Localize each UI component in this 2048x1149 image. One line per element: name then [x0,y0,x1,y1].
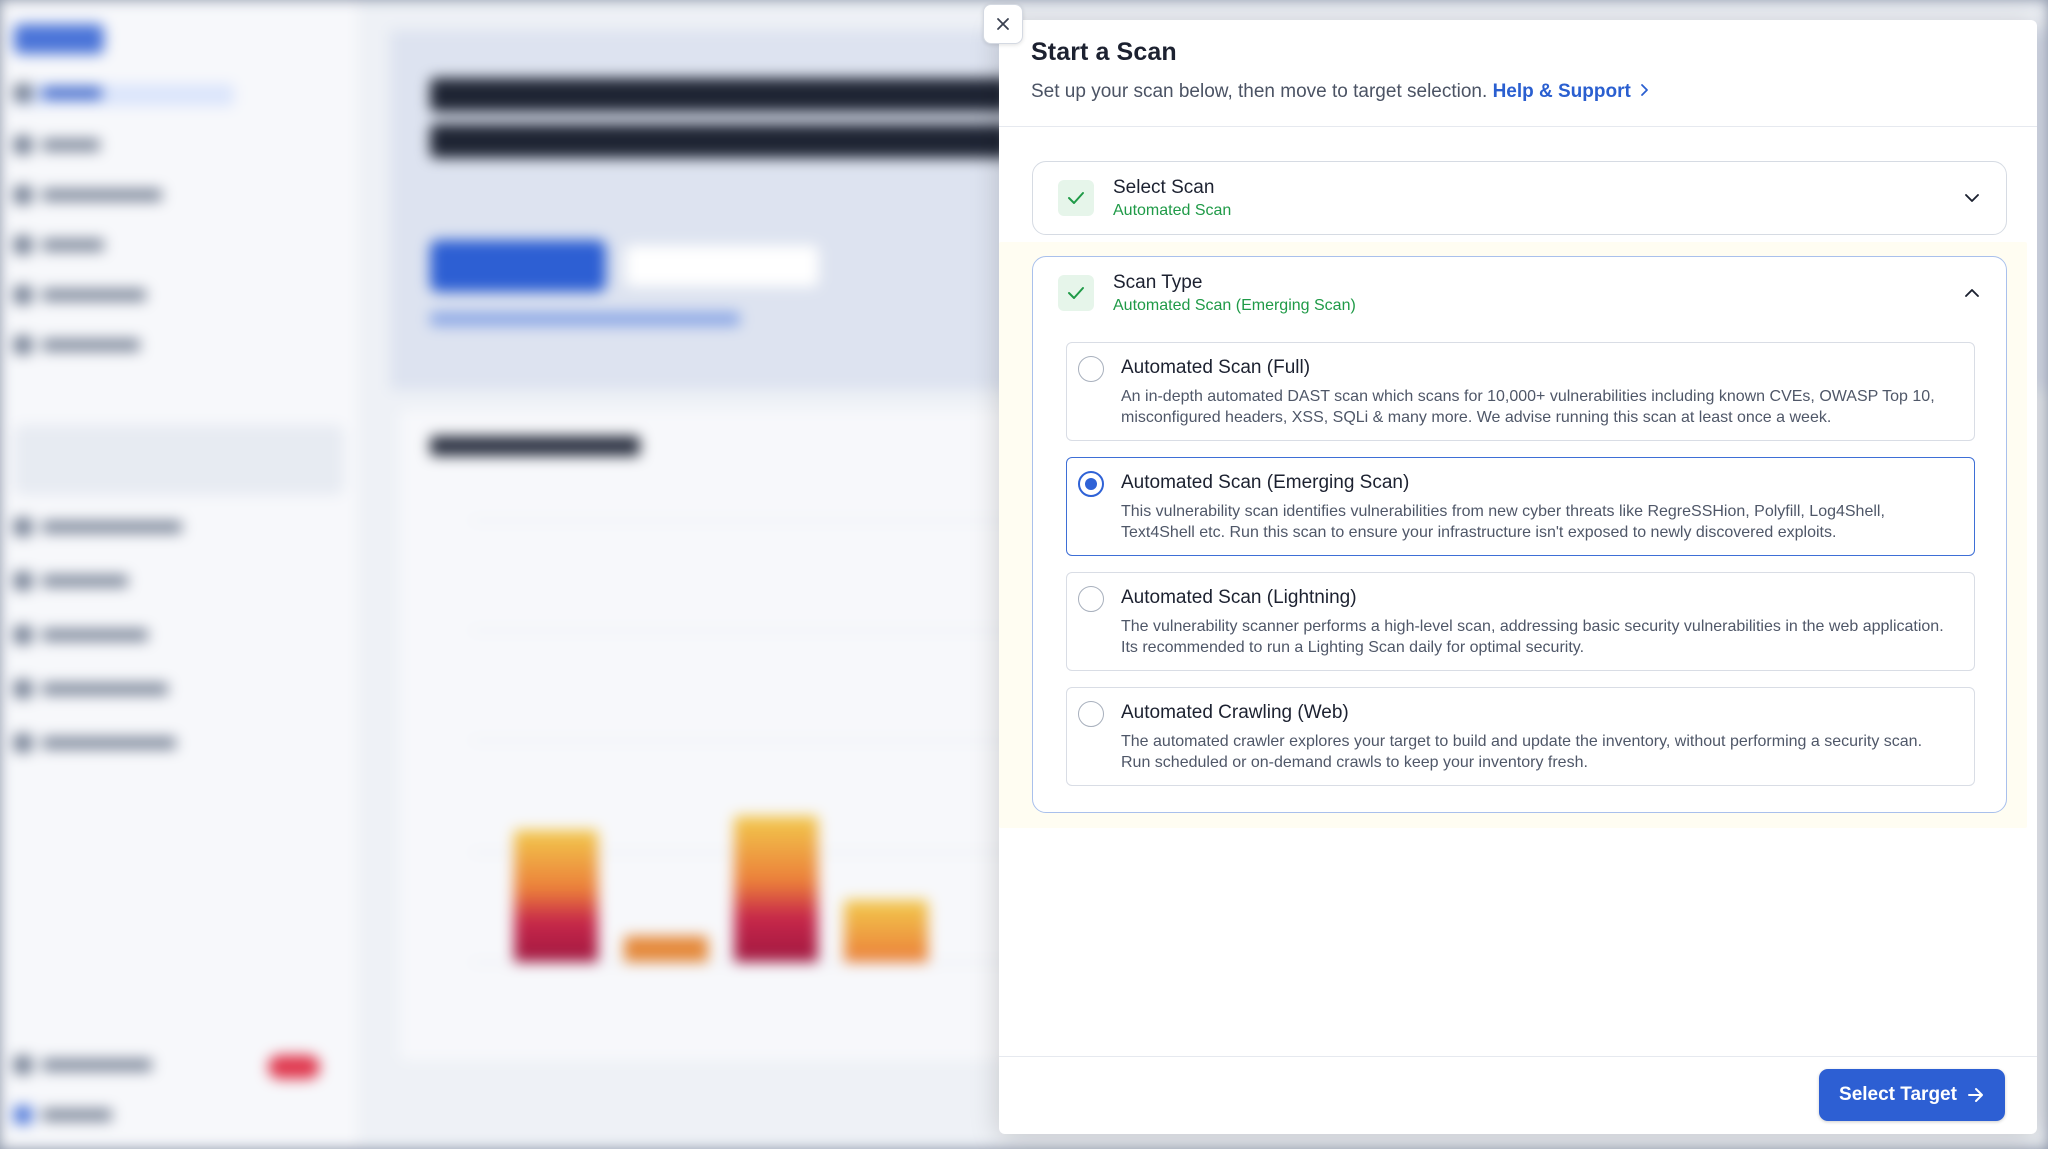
background-link [430,312,740,326]
scan-option-title: Automated Scan (Full) [1121,357,1311,378]
background-nav-item [14,84,234,106]
step-scan-type-header[interactable]: Scan Type Automated Scan (Emerging Scan) [1033,257,2006,329]
background-nav-item [14,680,234,702]
scan-option-crawling[interactable]: Automated Crawling (Web) The automated c… [1066,687,1975,786]
select-target-button-label: Select Target [1839,1084,1957,1105]
background-gridline [470,962,1030,963]
background-nav-item [14,236,234,258]
background-heading [430,124,1010,158]
step-select-scan-header[interactable]: Select Scan Automated Scan [1033,162,2006,234]
check-icon [1058,275,1094,311]
arrow-right-icon [1967,1088,1983,1102]
background-nav-item [14,626,234,648]
scan-option-description: This vulnerability scan identifies vulne… [1121,503,1885,541]
background-bar [734,816,818,962]
select-target-button[interactable]: Select Target [1819,1069,2005,1121]
background-nav-item [14,734,234,756]
background-nav-item [14,572,234,594]
start-scan-modal: Start a Scan Set up your scan below, the… [983,4,2037,1134]
background-bar [624,936,708,962]
background-nav-item [14,1106,234,1128]
step-title: Select Scan [1113,176,1215,198]
background-sidebar [0,0,360,1149]
step-value: Automated Scan (Emerging Scan) [1113,296,1356,314]
background-card [14,425,344,495]
background-button [624,244,820,288]
background-nav-item [14,1056,234,1078]
scan-option-title: Automated Scan (Lightning) [1121,587,1357,608]
chevron-up-icon [1960,281,1984,305]
background-gridline [470,740,1030,741]
background-bar [514,830,598,962]
modal-title: Start a Scan [1031,38,1177,66]
scan-option-description: An in-depth automated DAST scan which sc… [1121,388,1935,426]
background-chart-title [430,436,640,456]
scan-option-title: Automated Crawling (Web) [1121,702,1349,723]
modal-subtitle: Set up your scan below, then move to tar… [1031,81,2005,103]
chevron-down-icon [1960,186,1984,210]
step-title: Scan Type [1113,271,1203,293]
background-nav-item [14,136,234,158]
scan-option-emerging[interactable]: Automated Scan (Emerging Scan) This vuln… [1066,457,1975,556]
scan-option-description: The vulnerability scanner performs a hig… [1121,618,1944,656]
scan-option-description: The automated crawler explores your targ… [1121,733,1923,771]
scan-option-lightning[interactable]: Automated Scan (Lightning) The vulnerabi… [1066,572,1975,671]
background-logo [14,24,104,54]
background-nav-item [14,336,234,358]
help-support-link-label: Help & Support [1492,81,1631,102]
background-heading [430,78,1010,112]
check-icon [1058,180,1094,216]
background-button [430,240,606,292]
step-value: Automated Scan [1113,201,1232,219]
background-gridline [470,630,1030,631]
radio-button[interactable] [1078,471,1104,497]
step-select-scan-text: Select Scan Automated Scan [1113,177,1960,220]
radio-button[interactable] [1078,701,1104,727]
background-badge [268,1055,320,1079]
step-select-scan: Select Scan Automated Scan [1032,161,2007,235]
modal-footer: Select Target [999,1056,2037,1134]
scan-option-full[interactable]: Automated Scan (Full) An in-depth automa… [1066,342,1975,441]
help-support-link[interactable]: Help & Support [1493,81,1651,102]
modal-subtitle-text: Set up your scan below, then move to tar… [1031,81,1488,102]
background-nav-item [14,518,234,540]
background-nav-item [14,286,234,308]
step-scan-type: Scan Type Automated Scan (Emerging Scan)… [1032,256,2007,813]
radio-button[interactable] [1078,356,1104,382]
background-gridline [470,520,1030,521]
background-bar [844,900,928,962]
radio-button[interactable] [1078,586,1104,612]
background-nav-item [14,186,234,208]
scan-option-title: Automated Scan (Emerging Scan) [1121,472,1410,493]
step-scan-type-text: Scan Type Automated Scan (Emerging Scan) [1113,272,1960,315]
close-button[interactable] [983,4,1023,44]
close-icon [997,18,1009,30]
chevron-right-icon [1639,81,1651,103]
modal-header: Start a Scan Set up your scan below, the… [999,20,2037,127]
